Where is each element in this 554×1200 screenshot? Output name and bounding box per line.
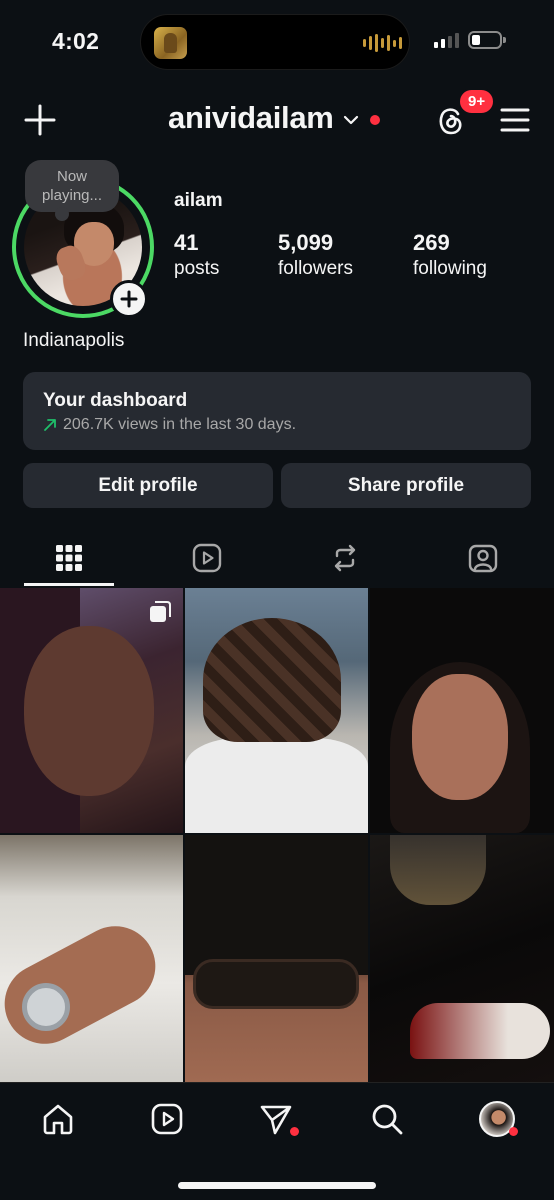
- following-label: following: [413, 258, 487, 279]
- reels-icon: [151, 1103, 183, 1135]
- post-thumbnail[interactable]: [370, 588, 554, 833]
- home-indicator[interactable]: [178, 1182, 376, 1189]
- post-thumbnail[interactable]: [370, 835, 554, 1082]
- plus-icon: [120, 290, 138, 308]
- now-playing-artwork: [154, 27, 187, 59]
- direct-messages-icon: [260, 1105, 292, 1135]
- nav-home[interactable]: [38, 1099, 78, 1139]
- add-story-button[interactable]: [110, 280, 148, 318]
- trending-up-arrow-icon: [44, 419, 56, 431]
- status-bar: 4:02: [0, 0, 554, 84]
- carousel-multiple-icon: [150, 601, 171, 622]
- nav-reels[interactable]: [147, 1099, 187, 1139]
- search-icon: [372, 1104, 403, 1135]
- post-thumbnail[interactable]: [185, 835, 368, 1082]
- menu-icon[interactable]: [498, 103, 532, 137]
- chevron-down-icon: [343, 115, 358, 125]
- cellular-signal-icon: [434, 33, 459, 48]
- edit-profile-button[interactable]: Edit profile: [23, 463, 273, 508]
- profile-content-tabs: [0, 530, 554, 588]
- followers-stat[interactable]: 5,099 followers: [278, 230, 353, 280]
- grid-icon: [56, 545, 82, 571]
- following-stat[interactable]: 269 following: [413, 230, 487, 280]
- audio-wave-icon: [363, 34, 402, 52]
- following-count: 269: [413, 230, 450, 255]
- username: anividailam: [168, 100, 334, 135]
- dashboard-views-text: 206.7K views in the last 30 days.: [63, 416, 297, 433]
- dashboard-subtitle-row: 206.7K views in the last 30 days.: [43, 416, 511, 434]
- nav-direct-messages[interactable]: [256, 1099, 299, 1139]
- dashboard-title: Your dashboard: [43, 390, 188, 411]
- profile-header: anividailam 9+: [0, 88, 554, 148]
- status-time: 4:02: [52, 28, 100, 54]
- nav-search[interactable]: [367, 1099, 407, 1139]
- posts-label: posts: [174, 258, 220, 279]
- post-thumbnail[interactable]: [185, 588, 368, 833]
- posts-stat[interactable]: 41 posts: [174, 230, 219, 280]
- create-plus-icon[interactable]: [22, 102, 58, 138]
- active-tab-indicator: [24, 583, 114, 586]
- share-profile-button[interactable]: Share profile: [281, 463, 531, 508]
- profile-note-bubble[interactable]: Now playing...: [25, 160, 119, 221]
- tagged-icon: [468, 544, 498, 573]
- professional-dashboard-card[interactable]: Your dashboard 206.7K views in the last …: [23, 372, 531, 450]
- notification-badge: 9+: [458, 88, 496, 115]
- followers-label: followers: [278, 258, 353, 279]
- followers-count: 5,099: [278, 230, 334, 255]
- tab-reposts[interactable]: [276, 530, 414, 586]
- post-thumbnail[interactable]: [0, 835, 183, 1082]
- home-icon: [43, 1104, 73, 1135]
- unread-indicator: [369, 115, 380, 125]
- dynamic-island[interactable]: [140, 14, 410, 70]
- display-name: ailam: [174, 190, 223, 211]
- post-thumbnail[interactable]: [0, 588, 183, 833]
- profile-unread-dot: [509, 1127, 518, 1136]
- messages-unread-dot: [290, 1127, 299, 1136]
- reposts-icon: [334, 544, 356, 572]
- tab-reels[interactable]: [138, 530, 276, 586]
- account-switcher[interactable]: anividailam: [168, 100, 380, 136]
- posts-grid: [0, 588, 554, 1082]
- reels-icon: [192, 543, 222, 573]
- tab-tagged[interactable]: [414, 530, 552, 586]
- tab-posts-grid[interactable]: [0, 530, 138, 586]
- posts-count: 41: [174, 230, 199, 255]
- battery-icon: [468, 31, 506, 49]
- profile-location: Indianapolis: [23, 330, 125, 351]
- nav-profile[interactable]: [477, 1099, 518, 1139]
